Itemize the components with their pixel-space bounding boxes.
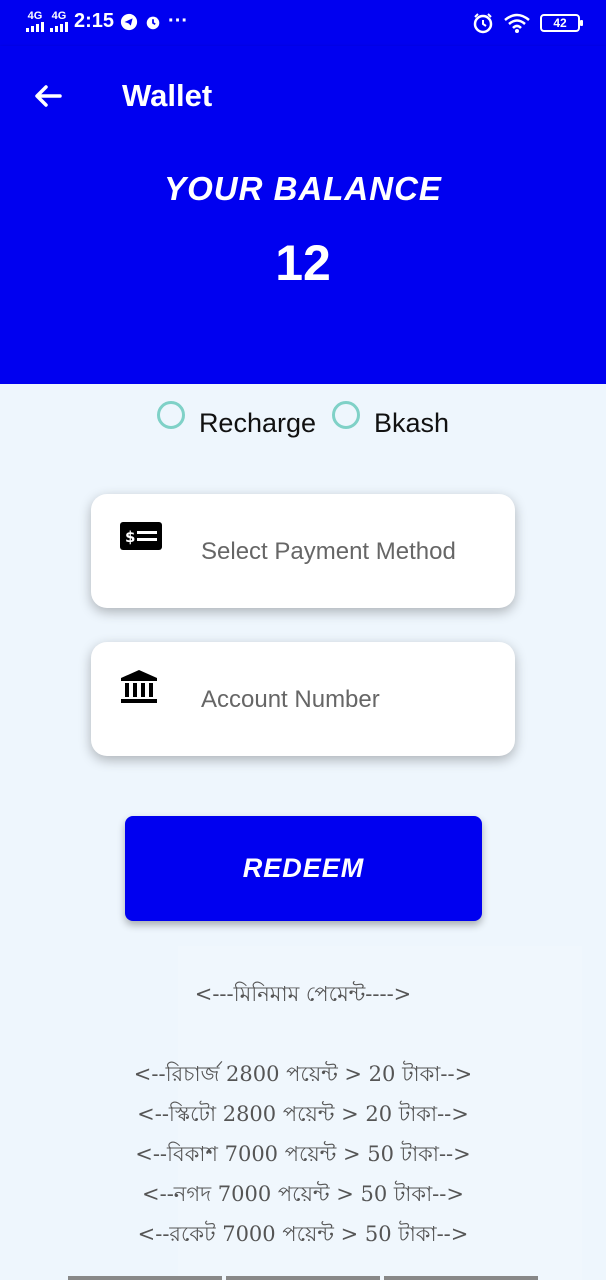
wifi-icon xyxy=(504,13,530,33)
radio-label-recharge: Recharge xyxy=(198,408,317,438)
radio-bkash[interactable]: Bkash xyxy=(332,398,449,439)
alarm-icon xyxy=(473,13,493,34)
radio-circle[interactable] xyxy=(332,401,361,429)
status-left: 4G 4G 2:15 ··· xyxy=(26,10,188,33)
svg-text:$: $ xyxy=(125,528,135,546)
bottom-tab[interactable] xyxy=(68,1276,222,1280)
payment-method-field[interactable]: $ Select Payment Method xyxy=(91,494,515,608)
payment-card-icon: $ xyxy=(120,522,162,550)
status-right: 42 xyxy=(472,12,583,34)
redeem-button[interactable]: REDEEM xyxy=(125,816,482,921)
payment-method-placeholder: Select Payment Method xyxy=(201,538,456,565)
status-bar: 4G 4G 2:15 ··· 42 xyxy=(0,0,606,46)
radio-recharge[interactable]: Recharge xyxy=(156,398,317,439)
balance-label: YOUR BALANCE xyxy=(164,170,442,207)
rate-line: <--রকেট 7000 পয়েন্ট > 50 টাকা--> xyxy=(137,1222,469,1246)
rate-line: <--রিচার্জ 2800 পয়েন্ট > 20 টাকা--> xyxy=(133,1062,473,1086)
rate-line: <--নগদ 7000 পয়েন্ট > 50 টাকা--> xyxy=(142,1182,464,1206)
signal-1-icon: 4G xyxy=(26,11,44,32)
radio-label-bkash: Bkash xyxy=(374,408,450,438)
radio-circle[interactable] xyxy=(156,401,185,429)
rate-line: <--বিকাশ 7000 পয়েন্ট > 50 টাকা--> xyxy=(135,1142,471,1166)
payment-type-group: Recharge Bkash xyxy=(0,398,606,439)
telegram-icon xyxy=(120,13,138,30)
alarm-icon xyxy=(146,16,160,29)
bottom-tab[interactable] xyxy=(226,1276,380,1280)
account-number-field[interactable]: Account Number xyxy=(91,642,515,756)
app-bar: Wallet xyxy=(0,46,606,142)
more-notifications: ··· xyxy=(168,10,189,32)
bottom-tab[interactable] xyxy=(384,1276,538,1280)
balance-panel: YOUR BALANCE 12 xyxy=(0,142,606,384)
rate-line: <--স্কিটো 2800 পয়েন্ট > 20 টাকা--> xyxy=(137,1102,469,1126)
signal-2-icon: 4G xyxy=(50,11,68,32)
status-time: 2:15 xyxy=(74,10,115,32)
battery-icon: 42 xyxy=(540,14,583,32)
arrow-left-icon[interactable] xyxy=(28,76,68,116)
balance-value: 12 xyxy=(275,235,331,291)
bottom-tabs-edge xyxy=(68,1276,538,1280)
account-number-placeholder: Account Number xyxy=(201,686,380,713)
bank-icon xyxy=(121,670,157,703)
page-title: Wallet xyxy=(122,78,213,113)
minimum-payment-header: <---মিনিমাম পেমেন্ট----> xyxy=(194,982,412,1006)
